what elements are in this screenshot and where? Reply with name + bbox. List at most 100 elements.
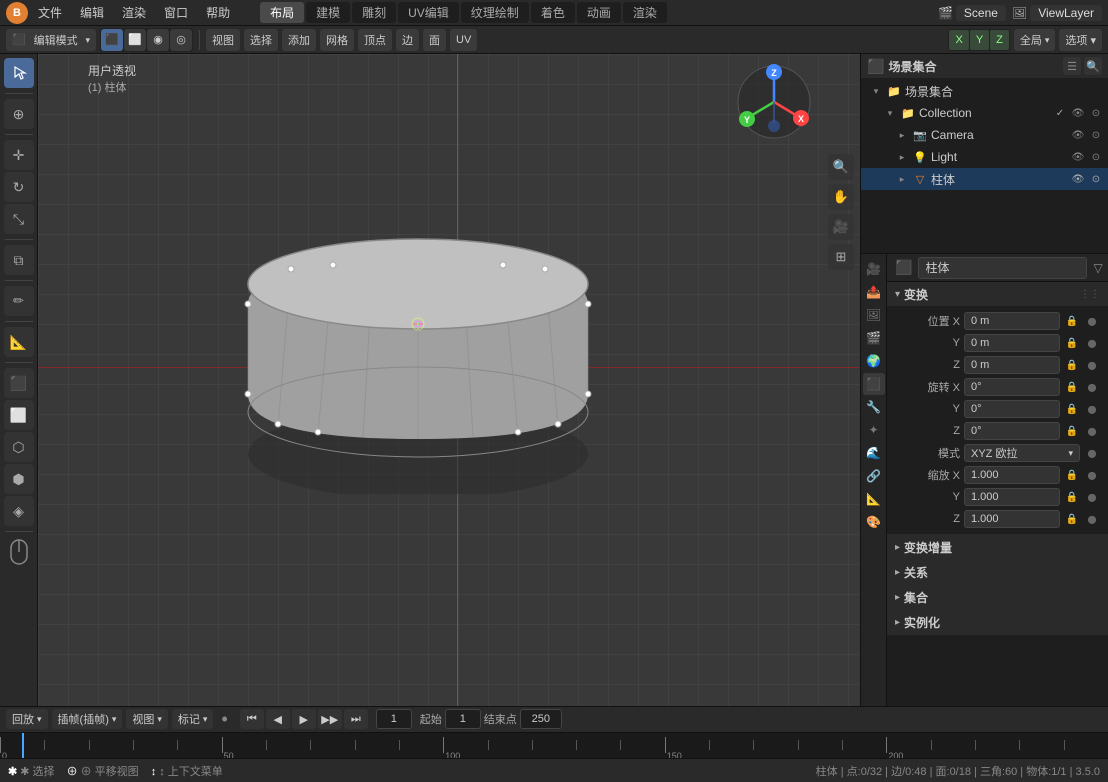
- edge-menu[interactable]: 边: [396, 29, 419, 51]
- light-eye-btn[interactable]: 👁: [1070, 149, 1086, 165]
- material-mode-btn[interactable]: ◉: [147, 29, 169, 51]
- scale-z-anim[interactable]: ⬤: [1084, 511, 1100, 527]
- tab-layout[interactable]: 布局: [260, 2, 304, 23]
- location-y-anim[interactable]: ⬤: [1084, 335, 1100, 351]
- rotation-mode-extra[interactable]: ⬤: [1084, 445, 1100, 461]
- viewport[interactable]: 用户透视 (1) 柱体 Z X: [38, 54, 860, 706]
- tab-rendering[interactable]: 渲染: [623, 2, 667, 23]
- rotation-y-field[interactable]: 0°: [964, 400, 1060, 418]
- cylinder-cursor-btn[interactable]: ⊙: [1088, 171, 1104, 187]
- face-menu[interactable]: 面: [423, 29, 446, 51]
- add-shape2-btn[interactable]: ⬢: [4, 464, 34, 494]
- select-menu[interactable]: 选择: [244, 29, 278, 51]
- scene-name[interactable]: Scene: [956, 5, 1006, 21]
- outliner-item-scene-collection[interactable]: ▾ 📁 场景集合: [861, 80, 1108, 102]
- rotation-z-anim[interactable]: ⬤: [1084, 423, 1100, 439]
- location-z-lock[interactable]: 🔒: [1064, 357, 1080, 373]
- scale-x-anim[interactable]: ⬤: [1084, 467, 1100, 483]
- outliner-item-collection[interactable]: ▾ 📁 Collection ✓ 👁 ⊙: [861, 102, 1108, 124]
- axis-x-btn[interactable]: X: [949, 30, 968, 50]
- tab-texture-paint[interactable]: 纹理绘制: [461, 2, 529, 23]
- props-particles-btn[interactable]: ✦: [863, 419, 885, 441]
- vertex-menu[interactable]: 顶点: [358, 29, 392, 51]
- wire-mode-btn[interactable]: ⬜: [124, 29, 146, 51]
- collections-header[interactable]: ▸ 集合: [887, 585, 1108, 609]
- expand-light[interactable]: ▸: [895, 150, 909, 164]
- timeline-scrubber[interactable]: // Generate tick marks inline 0501001502…: [0, 733, 1108, 758]
- tab-animation[interactable]: 动画: [577, 2, 621, 23]
- transform-tool-btn[interactable]: ⧉: [4, 245, 34, 275]
- rotation-z-lock[interactable]: 🔒: [1064, 423, 1080, 439]
- vp-zoom-btn[interactable]: 🔍: [828, 154, 854, 180]
- annotate-tool-btn[interactable]: ✏: [4, 286, 34, 316]
- next-frame-btn[interactable]: ▶▶: [318, 709, 342, 729]
- collection-check-btn[interactable]: ✓: [1052, 105, 1068, 121]
- props-scene-btn[interactable]: 🎬: [863, 327, 885, 349]
- add-menu[interactable]: 添加: [282, 29, 316, 51]
- menu-window[interactable]: 窗口: [156, 2, 196, 23]
- scale-x-lock[interactable]: 🔒: [1064, 467, 1080, 483]
- viewlayer-name[interactable]: ViewLayer: [1030, 5, 1102, 21]
- outliner-item-camera[interactable]: ▸ 📷 Camera 👁 ⊙: [861, 124, 1108, 146]
- props-render-btn[interactable]: 🎥: [863, 258, 885, 280]
- axis-z-btn[interactable]: Z: [990, 30, 1009, 50]
- menu-render[interactable]: 渲染: [114, 2, 154, 23]
- camera-eye-btn[interactable]: 👁: [1070, 127, 1086, 143]
- move-tool-btn[interactable]: ✛: [4, 140, 34, 170]
- end-frame-input[interactable]: [520, 709, 562, 729]
- cylinder-eye-btn[interactable]: 👁: [1070, 171, 1086, 187]
- timeline-playhead[interactable]: [22, 733, 24, 758]
- scale-y-anim[interactable]: ⬤: [1084, 489, 1100, 505]
- tab-sculpt[interactable]: 雕刻: [352, 2, 396, 23]
- view-menu[interactable]: 视图: [206, 29, 240, 51]
- mesh-menu[interactable]: 网格: [320, 29, 354, 51]
- rotation-x-lock[interactable]: 🔒: [1064, 379, 1080, 395]
- light-cursor-btn[interactable]: ⊙: [1088, 149, 1104, 165]
- location-x-field[interactable]: 0 m: [964, 312, 1060, 330]
- expand-collection[interactable]: ▾: [883, 106, 897, 120]
- current-frame-input[interactable]: [376, 709, 412, 729]
- select-tool-btn[interactable]: [4, 58, 34, 88]
- scale-tool-btn[interactable]: ⤡: [4, 204, 34, 234]
- add-cylinder-btn[interactable]: ⬜: [4, 400, 34, 430]
- props-data-btn[interactable]: 📐: [863, 488, 885, 510]
- scale-z-lock[interactable]: 🔒: [1064, 511, 1080, 527]
- menu-edit[interactable]: 编辑: [72, 2, 112, 23]
- outliner-item-light[interactable]: ▸ 💡 Light 👁 ⊙: [861, 146, 1108, 168]
- jump-end-btn[interactable]: ⏭: [344, 709, 368, 729]
- outliner-search-btn[interactable]: 🔍: [1084, 57, 1102, 75]
- props-world-btn[interactable]: 🌍: [863, 350, 885, 372]
- interpolation-dropdown[interactable]: 插帧(插帧): [52, 709, 123, 729]
- rotate-tool-btn[interactable]: ↻: [4, 172, 34, 202]
- play-btn[interactable]: ▶: [292, 709, 316, 729]
- delta-transform-header[interactable]: ▸ 变换增量: [887, 535, 1108, 559]
- start-frame-input[interactable]: [445, 709, 481, 729]
- menu-help[interactable]: 帮助: [198, 2, 238, 23]
- object-name-input[interactable]: [918, 257, 1087, 279]
- scale-y-lock[interactable]: 🔒: [1064, 489, 1080, 505]
- render-mode-btn[interactable]: ◎: [170, 29, 192, 51]
- instancing-header[interactable]: ▸ 实例化: [887, 610, 1108, 634]
- expand-scene-collection[interactable]: ▾: [869, 84, 883, 98]
- vp-grid-btn[interactable]: ⊞: [828, 244, 854, 270]
- menu-file[interactable]: 文件: [30, 2, 70, 23]
- rotation-z-field[interactable]: 0°: [964, 422, 1060, 440]
- solid-mode-btn[interactable]: ⬛: [101, 29, 123, 51]
- tab-uv[interactable]: UV编辑: [398, 2, 459, 23]
- collection-eye-btn[interactable]: 👁: [1070, 105, 1086, 121]
- vp-orbit-btn[interactable]: 🎥: [828, 214, 854, 240]
- playback-dropdown[interactable]: 回放: [6, 709, 48, 729]
- props-view-btn[interactable]: 🖼: [863, 304, 885, 326]
- add-shape3-btn[interactable]: ◈: [4, 496, 34, 526]
- transform-section-header[interactable]: ▾ 变换 ⋮⋮: [887, 282, 1108, 306]
- props-constraints-btn[interactable]: 🔗: [863, 465, 885, 487]
- props-physics-btn[interactable]: 🌊: [863, 442, 885, 464]
- axis-y-btn[interactable]: Y: [970, 30, 989, 50]
- jump-start-btn[interactable]: ⏮: [240, 709, 264, 729]
- global-select[interactable]: 全局: [1014, 29, 1056, 51]
- props-modifier-btn[interactable]: 🔧: [863, 396, 885, 418]
- location-x-lock[interactable]: 🔒: [1064, 313, 1080, 329]
- outliner-filter-btn[interactable]: ☰: [1063, 57, 1081, 75]
- scale-x-field[interactable]: 1.000: [964, 466, 1060, 484]
- tab-shading[interactable]: 着色: [531, 2, 575, 23]
